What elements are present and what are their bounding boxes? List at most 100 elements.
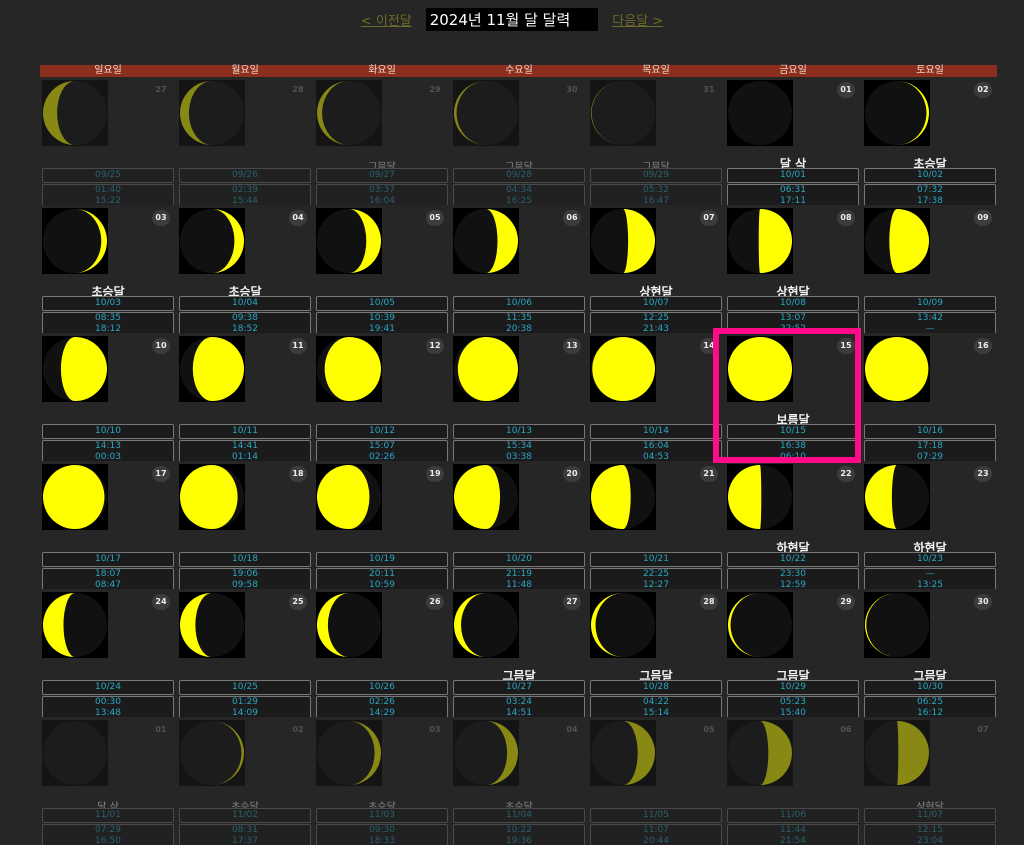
day-cell[interactable]: 28 그믐달 10/28 04:22 15:14 [588,590,724,717]
lunar-date: 11/01 [42,808,174,823]
day-cell[interactable]: 12 10/12 15:07 02:26 [314,334,450,461]
day-cell[interactable]: 11 10/11 14:41 01:14 [177,334,313,461]
moonset-time: 18:12 [95,324,121,333]
day-cell[interactable]: 07상현달11/0712:1523:04 [862,718,998,845]
day-cell[interactable]: 22 하현달 10/22 23:30 12:59 [725,462,861,589]
day-cell[interactable]: 19 10/19 20:11 10:59 [314,462,450,589]
moonrise-time: 01:40 [95,185,121,195]
day-cell[interactable]: 29 그믐달 10/29 05:23 15:40 [725,590,861,717]
lunar-date: 09/28 [453,168,585,183]
moon-image [316,592,382,658]
day-cell[interactable]: 25 10/25 01:29 14:09 [177,590,313,717]
prev-month-link[interactable]: < 이전달 [361,10,412,29]
day-cell[interactable]: 02 초승달 10/02 07:32 17:38 [862,78,998,205]
day-cell[interactable]: 02초승달11/0208:3117:37 [177,718,313,845]
day-cell[interactable]: 20 10/20 21:19 11:48 [451,462,587,589]
moonrise-moonset-times: 00:30 13:48 [42,696,174,717]
moonrise-time: 20:11 [369,569,395,579]
day-cell[interactable]: 06 11/06 11:44 21:54 [725,718,861,845]
day-cell[interactable]: 26 10/26 02:26 14:29 [314,590,450,717]
day-number: 17 [152,466,170,482]
moon-image [453,208,519,274]
day-cell[interactable]: 24 10/24 00:30 13:48 [40,590,176,717]
day-cell[interactable]: 13 10/13 15:34 03:38 [451,334,587,461]
day-cell[interactable]: 27 그믐달 10/27 03:24 14:51 [451,590,587,717]
moon-image [179,208,245,274]
day-cell[interactable]: 16 10/16 17:18 07:29 [862,334,998,461]
day-cell[interactable]: 06 10/06 11:35 20:38 [451,206,587,333]
moonset-time: 13:25 [917,580,943,589]
moon-phase-icon [728,209,792,273]
day-cell[interactable]: 03 초승달 10/03 08:35 18:12 [40,206,176,333]
moonrise-time: 13:07 [780,313,806,323]
next-month-link[interactable]: 다음달 > [612,10,663,29]
moonrise-time: 15:34 [506,441,532,451]
day-cell[interactable]: 29그믐달09/2703:3716:04 [314,78,450,205]
day-cell[interactable]: 04 초승달 10/04 09:38 18:52 [177,206,313,333]
day-cell[interactable]: 30 그믐달 10/30 06:25 16:12 [862,590,998,717]
day-number: 15 [837,338,855,354]
day-cell[interactable]: 15 보름달 10/15 16:38 06:10 [725,334,861,461]
moon-image [590,336,656,402]
day-number: 02 [292,725,304,734]
moon-image [316,336,382,402]
moonrise-time: 09:30 [369,825,395,835]
day-cell[interactable]: 27 09/25 01:40 15:22 [40,78,176,205]
day-number: 06 [840,725,852,734]
day-cell[interactable]: 18 10/18 19:06 09:58 [177,462,313,589]
moonset-time: 15:22 [95,196,121,205]
lunar-date: 10/10 [42,424,174,439]
day-cell[interactable]: 28 09/26 02:39 15:44 [177,78,313,205]
moonrise-time: 13:42 [917,313,943,323]
day-cell[interactable]: 07 상현달 10/07 12:25 21:43 [588,206,724,333]
moon-phase-icon [728,337,792,401]
day-cell[interactable]: 05 10/05 10:39 19:41 [314,206,450,333]
moonrise-time: 11:35 [506,313,532,323]
lunar-date: 09/26 [179,168,311,183]
moonrise-moonset-times: 03:24 14:51 [453,696,585,717]
moonrise-time: 03:24 [506,697,532,707]
day-cell[interactable]: 31그믐달09/2905:3216:47 [588,78,724,205]
day-cell[interactable]: 23 하현달 10/23—13:25 [862,462,998,589]
moon-image [42,464,108,530]
day-cell[interactable]: 08 상현달 10/08 13:07 22:52 [725,206,861,333]
lunar-date: 10/06 [453,296,585,311]
moon-image [590,464,656,530]
lunar-date: 10/09 [864,296,996,311]
day-number: 29 [837,594,855,610]
day-cell[interactable]: 04초승달11/0410:2219:36 [451,718,587,845]
moon-phase-icon [865,209,929,273]
day-number: 07 [700,210,718,226]
day-cell[interactable]: 10 10/10 14:13 00:03 [40,334,176,461]
weekday-thursday: 목요일 [642,65,670,76]
day-cell[interactable]: 21 10/21 22:25 12:27 [588,462,724,589]
day-cell[interactable]: 14 10/14 16:04 04:53 [588,334,724,461]
moonrise-time: 09:38 [232,313,258,323]
lunar-date: 10/23 [864,552,996,567]
day-number: 11 [289,338,307,354]
moon-phase-icon [454,593,518,657]
day-number: 04 [566,725,578,734]
moonrise-moonset-times: 13:42— [864,312,996,333]
moon-phase-icon [865,81,929,145]
day-cell[interactable]: 30그믐달09/2804:3416:25 [451,78,587,205]
day-cell[interactable]: 01달 삭11/0107:2916:50 [40,718,176,845]
lunar-date: 11/02 [179,808,311,823]
day-cell[interactable]: 17 10/17 18:07 08:47 [40,462,176,589]
day-cell[interactable]: 05 11/05 11:07 20:44 [588,718,724,845]
day-number: 06 [563,210,581,226]
moonset-time: 04:53 [643,452,669,461]
lunar-date: 10/27 [453,680,585,695]
day-cell[interactable]: 03초승달11/0309:3018:33 [314,718,450,845]
moonrise-moonset-times: 15:07 02:26 [316,440,448,461]
lunar-date: 09/27 [316,168,448,183]
day-cell[interactable]: 09 10/09 13:42— [862,206,998,333]
moon-phase-icon [865,593,929,657]
moonset-time: 13:48 [95,708,121,717]
moonrise-time: 18:07 [95,569,121,579]
lunar-date: 11/06 [727,808,859,823]
day-cell[interactable]: 01 달 삭 10/01 06:31 17:11 [725,78,861,205]
moonrise-time: 04:34 [506,185,532,195]
moonrise-moonset-times: 06:25 16:12 [864,696,996,717]
moonrise-moonset-times: 02:26 14:29 [316,696,448,717]
